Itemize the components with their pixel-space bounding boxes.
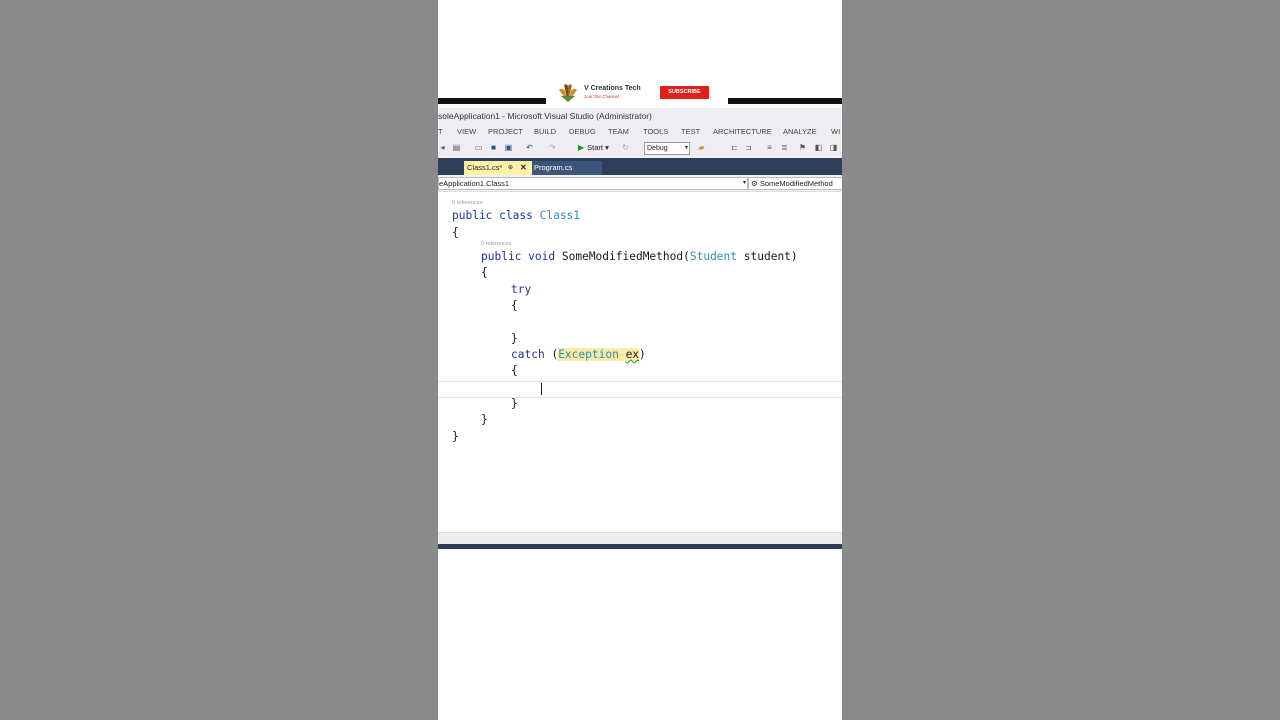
chevron-down-icon: ▾: [742, 180, 746, 186]
tab-class1[interactable]: Class1.cs* ⊕ ✕: [464, 161, 532, 175]
codelens-references[interactable]: 0 references: [452, 200, 483, 206]
banner-bar-right: [728, 98, 842, 104]
save-icon[interactable]: ■: [489, 143, 498, 152]
toolbar: ◂ ▤ ▭ ■ ▣ ↶ ↷ ▶ Start ▾ ↻ Debug ▾ ▰ ⊏ ⊐ ≡ …: [438, 139, 842, 157]
menu-item-tools[interactable]: TOOLS: [643, 127, 668, 136]
window-title: soleApplication1 - Microsoft Visual Stud…: [438, 108, 842, 124]
config-value: Debug: [647, 145, 668, 152]
current-line-highlight: [438, 381, 842, 398]
open-file-icon[interactable]: ▭: [474, 143, 483, 152]
comment-icon[interactable]: ≡: [765, 143, 774, 152]
code-line-brace: {: [511, 299, 518, 312]
solution-config-select[interactable]: Debug ▾: [644, 142, 690, 155]
menu-bar: T VIEW PROJECT BUILD DEBUG TEAM TOOLS TE…: [438, 124, 842, 139]
status-bar: [438, 544, 842, 549]
param-type: Student: [689, 250, 738, 263]
method-icon: ⚙: [751, 179, 760, 188]
keyword-catch: catch: [511, 348, 545, 361]
channel-name: V Creations Tech: [584, 85, 641, 92]
save-all-icon[interactable]: ▣: [504, 143, 513, 152]
code-line-method-decl: public void SomeModifiedMethod(Student s…: [481, 250, 798, 263]
bookmark-icon[interactable]: ⚑: [798, 143, 807, 152]
find-icon[interactable]: ▰: [697, 143, 706, 152]
code-line-brace: {: [511, 364, 518, 377]
undo-icon[interactable]: ↶: [525, 143, 534, 152]
tab-label: Class1.cs*: [467, 163, 503, 172]
member-dropdown[interactable]: ⚙ SomeModifiedMethod: [748, 177, 842, 190]
method-name: SomeModifiedMethod(: [561, 250, 690, 263]
visual-studio-window: soleApplication1 - Microsoft Visual Stud…: [438, 108, 842, 550]
chevron-down-icon: ▾: [684, 145, 688, 151]
align-right-icon[interactable]: ⊐: [744, 143, 753, 152]
menu-item-view[interactable]: VIEW: [457, 127, 476, 136]
close-icon[interactable]: ✕: [520, 161, 527, 175]
bookmark-next-icon[interactable]: ◨: [829, 143, 838, 152]
code-line-brace: {: [452, 226, 459, 239]
new-project-icon[interactable]: ▤: [452, 143, 461, 152]
redo-icon[interactable]: ↷: [548, 143, 557, 152]
banner-bar-left: [438, 98, 546, 104]
navigation-bar: eApplication1.Class1 ▾ ⚙ SomeModifiedMeth…: [438, 175, 842, 192]
menu-item-project[interactable]: PROJECT: [488, 127, 523, 136]
param-name: student): [743, 250, 798, 263]
menu-item-debug[interactable]: DEBUG: [569, 127, 596, 136]
menu-item-window[interactable]: WI: [831, 127, 840, 136]
class-name: Class1: [539, 209, 581, 222]
exception-declaration: Exception ex: [558, 348, 640, 361]
code-line-brace: }: [511, 397, 518, 410]
start-label: Start: [587, 143, 603, 152]
member-value: SomeModifiedMethod: [759, 179, 833, 188]
keyword-class: class: [499, 209, 533, 222]
bookmark-prev-icon[interactable]: ◧: [814, 143, 823, 152]
menu-item-test[interactable]: TEST: [681, 127, 700, 136]
nav-back-icon[interactable]: ◂: [438, 143, 447, 152]
keyword-public: public: [481, 250, 522, 263]
pin-icon[interactable]: ⊕: [508, 161, 513, 175]
menu-item-analyze[interactable]: ANALYZE: [783, 127, 817, 136]
code-line-try: try: [511, 283, 531, 296]
channel-tagline: Join Our Channel: [584, 94, 620, 99]
video-frame: V Creations Tech Join Our Channel SUBSCR…: [438, 0, 842, 720]
channel-banner: V Creations Tech Join Our Channel SUBSCR…: [438, 80, 842, 104]
start-button[interactable]: ▶ Start ▾: [578, 141, 609, 155]
tab-label: Program.cs: [534, 163, 573, 172]
codelens-references[interactable]: 0 references: [481, 241, 512, 247]
type-dropdown[interactable]: eApplication1.Class1 ▾: [438, 177, 748, 190]
refresh-icon[interactable]: ↻: [621, 143, 630, 152]
code-line-brace: {: [481, 266, 488, 279]
play-icon: ▶: [578, 143, 585, 152]
code-line-catch: catch (Exception ex): [511, 348, 646, 361]
keyword-void: void: [528, 250, 556, 263]
text-caret: [541, 383, 542, 395]
exception-type: Exception: [558, 348, 619, 361]
code-editor[interactable]: 0 references public class Class1 { 0 ref…: [438, 192, 842, 532]
type-value: eApplication1.Class1: [439, 179, 510, 188]
code-line-class-decl: public class Class1: [452, 209, 580, 222]
code-line-brace: }: [511, 332, 518, 345]
code-line-brace: }: [452, 430, 459, 443]
keyword-public: public: [452, 209, 493, 222]
menu-item-edit[interactable]: T: [438, 127, 443, 136]
document-tabs: Class1.cs* ⊕ ✕ Program.cs: [438, 158, 842, 175]
background-blur-left: [0, 0, 438, 720]
uncomment-icon[interactable]: ≣: [780, 143, 789, 152]
subscribe-button[interactable]: SUBSCRIBE: [660, 86, 709, 99]
menu-item-team[interactable]: TEAM: [608, 127, 629, 136]
exception-var: ex: [625, 348, 640, 361]
keyword-try: try: [511, 283, 532, 296]
catch-paren-close: ): [639, 348, 646, 361]
menu-item-architecture[interactable]: ARCHITECTURE: [713, 127, 772, 136]
code-line-brace: }: [481, 413, 488, 426]
menu-item-build[interactable]: BUILD: [534, 127, 556, 136]
tab-program[interactable]: Program.cs: [532, 161, 602, 175]
align-left-icon[interactable]: ⊏: [730, 143, 739, 152]
channel-logo-icon: [559, 84, 577, 102]
background-blur-right: [842, 0, 1280, 720]
